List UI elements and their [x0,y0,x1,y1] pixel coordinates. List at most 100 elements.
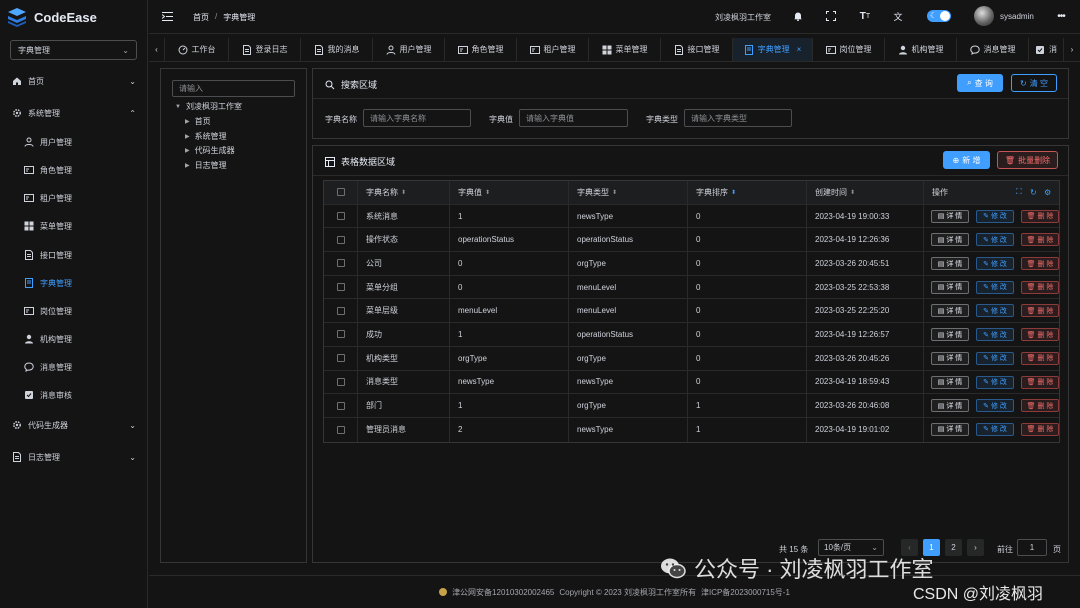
bell-icon[interactable] [792,10,804,22]
edit-button[interactable]: ✎ 修 改 [976,399,1014,413]
sidebar-item-1[interactable]: 系统管理 ⌃ [0,102,148,124]
row-checkbox[interactable] [324,370,358,394]
clear-button[interactable]: ↻ 清 空 [1011,74,1057,92]
row-checkbox[interactable] [324,299,358,323]
sidebar-item-2[interactable]: 用户管理 [0,131,148,153]
tree-node-child[interactable]: ▶ 系统管理 [185,131,227,142]
sort-icon[interactable]: ⬍ [731,189,736,196]
table-row[interactable]: 操作状态 operationStatus operationStatus 0 2023-… [324,228,1059,253]
batch-delete-button[interactable]: 🗑 批量删除 [997,151,1058,169]
edit-button[interactable]: ✎ 修 改 [976,257,1014,271]
tab-12[interactable]: 消 [1029,38,1064,61]
tab-8[interactable]: 字典管理 × [733,38,813,61]
table-row[interactable]: 消息类型 newsType newsType 0 2023-04-19 18:59:43… [324,370,1059,395]
sort-icon[interactable]: ⬍ [485,189,490,196]
column-header-dict-sort[interactable]: 字典排序 ⬍ [688,181,807,204]
edit-button[interactable]: ✎ 修 改 [976,351,1014,365]
delete-button[interactable]: 🗑 删 除 [1021,351,1059,365]
collapse-menu-icon[interactable] [161,10,173,22]
tree-filter-input[interactable]: 请输入 [172,80,295,97]
next-page-button[interactable]: › [967,539,984,556]
edit-button[interactable]: ✎ 修 改 [976,209,1014,223]
table-row[interactable]: 公司 0 orgType 0 2023-03-26 20:45:51 ▤ 详 情 ✎ 修 改 🗑 删… [324,252,1059,276]
page-button-2[interactable]: 2 [945,539,962,556]
tab-6[interactable]: 菜单管理 [589,38,661,61]
goto-page-input[interactable]: 1 [1017,539,1047,556]
edit-button[interactable]: ✎ 修 改 [976,328,1014,342]
app-logo[interactable]: CodeEase [6,5,97,29]
row-checkbox[interactable] [324,346,358,370]
row-checkbox[interactable] [324,228,358,252]
table-row[interactable]: 部门 1 orgType 1 2023-03-26 20:46:08 ▤ 详 情 ✎ 修 改 🗑 删… [324,394,1059,418]
detail-button[interactable]: ▤ 详 情 [931,328,969,342]
delete-button[interactable]: 🗑 删 除 [1021,422,1059,436]
more-icon[interactable]: ••• [1055,10,1067,22]
tab-10[interactable]: 机构管理 [885,38,957,61]
sort-icon[interactable]: ⬍ [401,189,406,196]
delete-button[interactable]: 🗑 删 除 [1021,399,1059,413]
detail-button[interactable]: ▤ 详 情 [931,422,969,436]
detail-button[interactable]: ▤ 详 情 [931,351,969,365]
column-header-dict-type[interactable]: 字典类型 ⬍ [569,181,688,204]
table-row[interactable]: 菜单分组 0 menuLevel 0 2023-03-25 22:53:38 ▤ 详 情 ✎ 修… [324,275,1059,300]
sidebar-item-11[interactable]: 消息审核 [0,384,148,406]
icp-record-link[interactable]: 津ICP备2023000715号-1 [701,587,790,598]
tab-9[interactable]: 岗位管理 [813,38,885,61]
avatar[interactable] [974,6,994,26]
delete-button[interactable]: 🗑 删 除 [1021,328,1059,342]
dict-value-input[interactable]: 请输入字典值 [519,109,628,127]
table-row[interactable]: 机构类型 orgType orgType 0 2023-03-26 20:45:26 ▤ 详… [324,346,1059,371]
edit-button[interactable]: ✎ 修 改 [976,422,1014,436]
row-checkbox[interactable] [324,323,358,346]
sidebar-item-5[interactable]: 菜单管理 [0,215,148,237]
tree-node-root[interactable]: ▼ 刘凌枫羽工作室 [175,101,242,112]
detail-button[interactable]: ▤ 详 情 [931,375,969,389]
add-button[interactable]: ⊕ 新 增 [943,151,990,169]
sort-icon[interactable]: ⬍ [850,189,855,196]
sidebar-item-13[interactable]: 日志管理 ⌄ [0,446,148,468]
tabs-scroll-right-icon[interactable]: › [1064,38,1080,61]
table-row[interactable]: 系统消息 1 newsType 0 2023-04-19 19:00:33 ▤ 详 情 ✎ 修 … [324,204,1059,229]
table-row[interactable]: 菜单层级 menuLevel menuLevel 0 2023-03-25 22:25:… [324,299,1059,324]
translate-icon[interactable]: 文 [892,10,904,22]
fullscreen-table-icon[interactable]: ⛶ [1016,187,1022,197]
delete-button[interactable]: 🗑 删 除 [1021,257,1059,271]
detail-button[interactable]: ▤ 详 情 [931,257,969,271]
tree-node-child[interactable]: ▶ 代码生成器 [185,145,235,156]
table-row[interactable]: 管理员消息 2 newsType 1 2023-04-19 19:01:02 ▤ 详 情 ✎ 修… [324,417,1059,442]
tab-0[interactable]: 工作台 [165,38,229,61]
edit-button[interactable]: ✎ 修 改 [976,280,1014,294]
detail-button[interactable]: ▤ 详 情 [931,304,969,318]
sidebar-item-8[interactable]: 岗位管理 [0,300,148,322]
row-checkbox[interactable] [324,204,358,228]
edit-button[interactable]: ✎ 修 改 [976,233,1014,247]
delete-button[interactable]: 🗑 删 除 [1021,209,1059,223]
sidebar-item-7[interactable]: 字典管理 [0,272,148,294]
refresh-table-icon[interactable]: ↻ [1030,188,1037,197]
font-size-icon[interactable]: TT [859,10,871,22]
column-settings-gear-icon[interactable]: ⚙ [1044,188,1051,197]
sidebar-item-9[interactable]: 机构管理 [0,328,148,350]
query-button[interactable]: ⌕ 查 询 [957,74,1003,92]
sidebar-item-3[interactable]: 角色管理 [0,159,148,181]
tab-1[interactable]: 登录日志 [229,38,301,61]
row-checkbox[interactable] [324,275,358,299]
column-header-dict-value[interactable]: 字典值 ⬍ [450,181,569,204]
row-checkbox[interactable] [324,417,358,442]
column-header-created-time[interactable]: 创建时间 ⬍ [807,181,924,204]
fullscreen-icon[interactable] [825,10,837,22]
delete-button[interactable]: 🗑 删 除 [1021,233,1059,247]
row-checkbox[interactable] [324,394,358,417]
delete-button[interactable]: 🗑 删 除 [1021,280,1059,294]
tab-5[interactable]: 租户管理 [517,38,589,61]
sidebar-item-10[interactable]: 消息管理 [0,356,148,378]
dict-type-input[interactable]: 请输入字典类型 [684,109,792,127]
tab-4[interactable]: 角色管理 [445,38,517,61]
column-header-dict-name[interactable]: 字典名称 ⬍ [358,181,450,204]
tabs-scroll-left-icon[interactable]: ‹ [149,38,165,61]
tab-3[interactable]: 用户管理 [373,38,445,61]
tab-7[interactable]: 接口管理 [661,38,733,61]
edit-button[interactable]: ✎ 修 改 [976,304,1014,318]
sort-icon[interactable]: ⬍ [612,189,617,196]
sidebar-item-6[interactable]: 接口管理 [0,244,148,266]
